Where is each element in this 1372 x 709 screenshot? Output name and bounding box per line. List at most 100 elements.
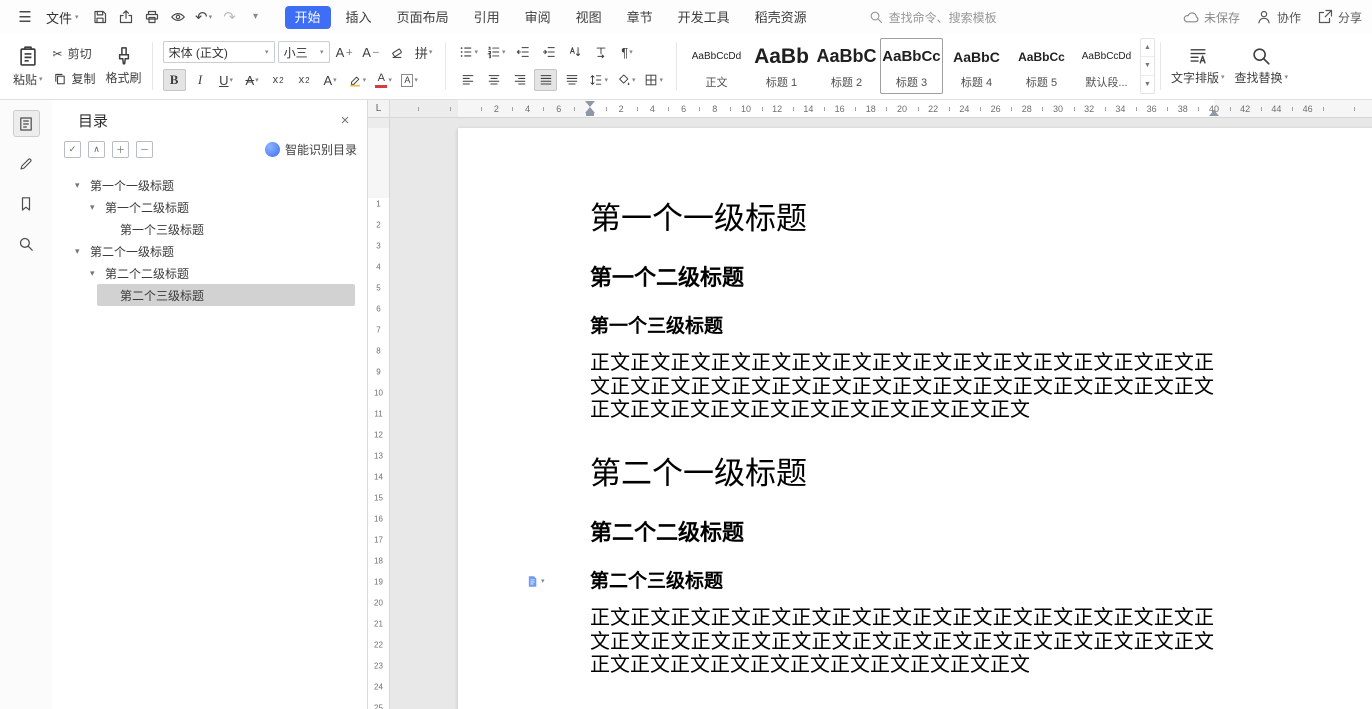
pinyin-guide-button[interactable]: 拼▾ xyxy=(412,41,436,63)
paste-button[interactable]: 粘贴▾ xyxy=(8,37,48,95)
toc-collapse-button[interactable]: ∧ xyxy=(88,141,105,158)
toc-item[interactable]: ▾第二个一级标题 xyxy=(52,240,355,262)
style-card-默认段...[interactable]: AaBbCcDd默认段... xyxy=(1075,38,1138,94)
gallery-more-button[interactable]: ▼ xyxy=(1141,75,1154,93)
print-button[interactable] xyxy=(139,5,165,29)
text-direction-button[interactable] xyxy=(589,41,612,63)
gallery-up-button[interactable]: ▲ xyxy=(1141,39,1154,56)
smart-toc-button[interactable]: 智能识别目录 xyxy=(265,141,357,158)
font-size-select[interactable]: 小三▾ xyxy=(278,41,330,63)
search-panel-button[interactable] xyxy=(13,230,40,257)
sort-button[interactable] xyxy=(563,41,586,63)
hamburger-menu-button[interactable]: ☰ xyxy=(12,5,38,29)
style-card-正文[interactable]: AaBbCcDd正文 xyxy=(685,38,748,94)
document-page[interactable]: 第一个一级标题第一个二级标题第一个三级标题正文正文正文正文正文正文正文正文正文正… xyxy=(458,128,1372,709)
chevron-down-icon[interactable]: ▾ xyxy=(90,268,105,279)
tab-引用[interactable]: 引用 xyxy=(464,6,510,29)
annotate-panel-button[interactable] xyxy=(13,150,40,177)
align-right-button[interactable] xyxy=(508,69,531,91)
style-card-标题 3[interactable]: AaBbCc标题 3 xyxy=(880,38,943,94)
save-status[interactable]: 未保存 xyxy=(1183,9,1240,26)
collaborate-button[interactable]: 协作 xyxy=(1256,9,1301,26)
print-preview-button[interactable] xyxy=(165,5,191,29)
chevron-down-icon[interactable]: ▾ xyxy=(90,202,105,213)
italic-button[interactable]: I xyxy=(189,69,212,91)
align-distribute-button[interactable] xyxy=(560,69,583,91)
align-justify-button[interactable] xyxy=(534,69,557,91)
decrease-font-size-button[interactable]: A－ xyxy=(359,41,383,63)
tab-插入[interactable]: 插入 xyxy=(336,6,382,29)
toc-panel-button[interactable] xyxy=(13,110,40,137)
command-search[interactable]: 查找命令、搜索模板 xyxy=(869,9,997,26)
increase-indent-button[interactable] xyxy=(537,41,560,63)
doc-heading-h1[interactable]: 第一个一级标题 xyxy=(590,198,1214,241)
character-shading-button[interactable]: A▾ xyxy=(398,69,421,91)
cut-button[interactable]: ✂剪切 xyxy=(53,45,96,62)
text-layout-button[interactable]: 文字排版▾ xyxy=(1166,37,1230,95)
left-indent-marker[interactable] xyxy=(586,113,594,116)
gallery-down-button[interactable]: ▼ xyxy=(1141,56,1154,74)
clear-format-button[interactable] xyxy=(386,41,409,63)
doc-heading-h3[interactable]: 第二个三级标题▾ xyxy=(590,569,1214,596)
highlight-color-button[interactable]: ▾ xyxy=(345,69,370,91)
style-card-标题 2[interactable]: AaBbC标题 2 xyxy=(815,38,878,94)
file-menu-button[interactable]: 文件▾ xyxy=(38,5,87,29)
tab-开发工具[interactable]: 开发工具 xyxy=(668,6,740,29)
tab-stop-selector[interactable]: L xyxy=(368,100,390,118)
toc-item[interactable]: 第一个三级标题 xyxy=(52,218,355,240)
share-button[interactable]: 分享 xyxy=(1317,9,1362,26)
font-family-select[interactable]: 宋体 (正文)▾ xyxy=(163,41,275,63)
close-toc-pane-button[interactable]: × xyxy=(335,111,355,131)
line-spacing-button[interactable]: ▾ xyxy=(586,69,611,91)
doc-heading-h3[interactable]: 第一个三级标题 xyxy=(590,314,1214,341)
toc-item[interactable]: 第二个三级标题 xyxy=(97,284,355,306)
borders-button[interactable]: ▾ xyxy=(641,69,666,91)
bold-button[interactable]: B xyxy=(163,69,186,91)
show-marks-button[interactable]: ¶▾ xyxy=(615,41,638,63)
doc-paragraph[interactable]: 正文正文正文正文正文正文正文正文正文正文正文正文正文正文正文正文正文正文正文正文… xyxy=(590,352,1214,423)
tab-视图[interactable]: 视图 xyxy=(566,6,612,29)
tab-开始[interactable]: 开始 xyxy=(285,6,331,29)
tab-页面布局[interactable]: 页面布局 xyxy=(387,6,459,29)
more-commands-button[interactable]: ▾ xyxy=(243,5,269,29)
undo-button[interactable]: ↶▾ xyxy=(191,5,217,29)
tab-章节[interactable]: 章节 xyxy=(617,6,663,29)
style-card-标题 4[interactable]: AaBbC标题 4 xyxy=(945,38,1008,94)
toc-item[interactable]: ▾第一个二级标题 xyxy=(52,196,355,218)
align-center-button[interactable] xyxy=(482,69,505,91)
redo-button[interactable]: ↷ xyxy=(217,5,243,29)
style-card-标题 1[interactable]: AaBb标题 1 xyxy=(750,38,813,94)
export-pdf-button[interactable] xyxy=(113,5,139,29)
toc-collapse-all-button[interactable]: － xyxy=(136,141,153,158)
toc-item[interactable]: ▾第一个一级标题 xyxy=(52,174,355,196)
shading-button[interactable]: ▾ xyxy=(614,69,639,91)
doc-heading-h2[interactable]: 第一个二级标题 xyxy=(590,263,1214,294)
align-left-button[interactable] xyxy=(456,69,479,91)
tab-稻壳资源[interactable]: 稻壳资源 xyxy=(745,6,817,29)
toc-expand-all-button[interactable]: ＋ xyxy=(112,141,129,158)
decrease-indent-button[interactable] xyxy=(511,41,534,63)
copy-button[interactable]: 复制 xyxy=(53,70,96,87)
bookmark-panel-button[interactable] xyxy=(13,190,40,217)
heading-style-mark[interactable]: ▾ xyxy=(526,575,545,588)
save-button[interactable] xyxy=(87,5,113,29)
increase-font-size-button[interactable]: A＋ xyxy=(333,41,357,63)
subscript-button[interactable]: x2 xyxy=(293,69,316,91)
style-card-标题 5[interactable]: AaBbCc标题 5 xyxy=(1010,38,1073,94)
tab-审阅[interactable]: 审阅 xyxy=(515,6,561,29)
format-painter-button[interactable]: 格式刷 xyxy=(101,37,147,95)
toc-select-button[interactable]: ✓ xyxy=(64,141,81,158)
doc-heading-h2[interactable]: 第二个二级标题 xyxy=(590,518,1214,549)
bullet-list-button[interactable]: ▾ xyxy=(456,41,481,63)
strikethrough-button[interactable]: A▾ xyxy=(241,69,264,91)
chevron-down-icon[interactable]: ▾ xyxy=(75,246,90,257)
numbered-list-button[interactable]: ▾ xyxy=(484,41,509,63)
doc-heading-h1[interactable]: 第二个一级标题 xyxy=(590,453,1214,496)
find-replace-button[interactable]: 查找替换▾ xyxy=(1230,37,1294,95)
chevron-down-icon[interactable]: ▾ xyxy=(75,180,90,191)
doc-paragraph[interactable]: 正文正文正文正文正文正文正文正文正文正文正文正文正文正文正文正文正文正文正文正文… xyxy=(590,607,1214,678)
font-color-button[interactable]: A▾ xyxy=(372,69,395,91)
superscript-button[interactable]: x2 xyxy=(267,69,290,91)
toc-item[interactable]: ▾第二个二级标题 xyxy=(52,262,355,284)
underline-button[interactable]: U▾ xyxy=(215,69,238,91)
